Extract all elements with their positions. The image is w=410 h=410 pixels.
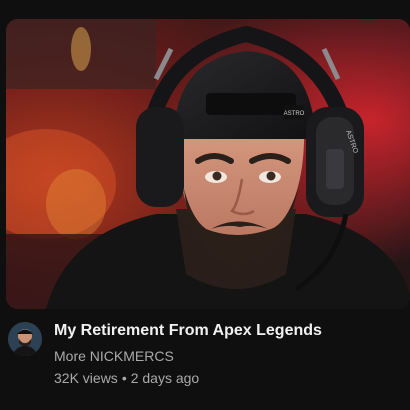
upload-age: 2 days ago (130, 370, 200, 386)
video-thumbnail[interactable]: ASTRO ASTRO (6, 19, 410, 309)
view-count: 32K views (54, 370, 118, 386)
channel-name[interactable]: More NICKMERCS (54, 347, 402, 365)
channel-avatar[interactable] (8, 322, 42, 356)
svg-text:ASTRO: ASTRO (284, 111, 305, 117)
avatar-image (8, 322, 42, 356)
video-card: ASTRO ASTRO My Retirement From Apex Lege… (0, 0, 410, 410)
video-title[interactable]: My Retirement From Apex Legends (54, 320, 402, 342)
separator-dot: • (121, 370, 127, 386)
video-meta: My Retirement From Apex Legends More NIC… (54, 320, 402, 387)
video-stats: 32K views • 2 days ago (54, 369, 402, 387)
thumbnail-image: ASTRO ASTRO (6, 19, 410, 309)
